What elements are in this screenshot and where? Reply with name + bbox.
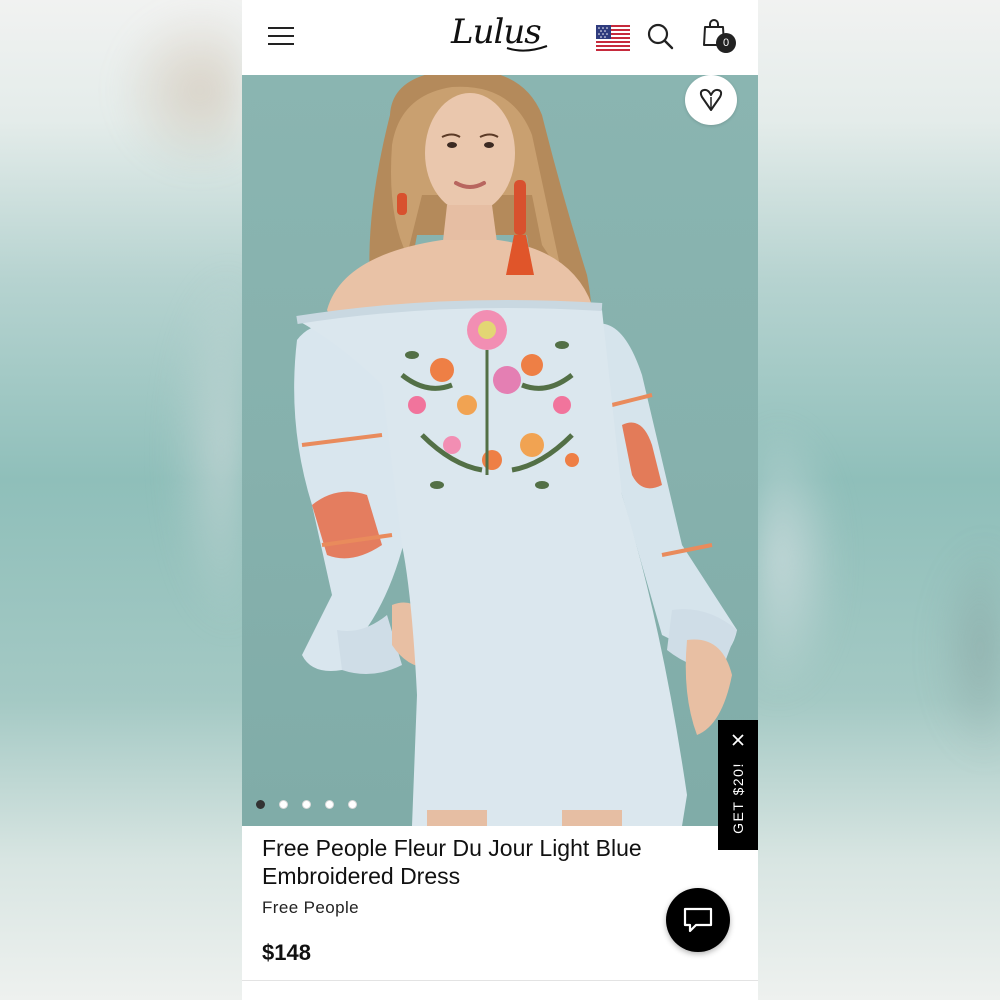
blurred-backdrop-right [758,0,1000,1000]
gallery-dot-3[interactable] [302,800,311,809]
mobile-page: Lulus 0 GET $20! Free People Fleur Du Jo… [242,0,758,1000]
promo-tab[interactable]: GET $20! [718,720,758,850]
product-title: Free People Fleur Du Jour Light Blue Emb… [262,835,642,889]
product-image-gallery[interactable] [242,75,758,826]
promo-label: GET $20! [730,762,746,834]
hamburger-menu-icon[interactable] [268,26,294,46]
product-brand[interactable]: Free People [262,898,359,918]
close-icon[interactable] [730,732,746,748]
screenshot-background: Lulus 0 GET $20! Free People Fleur Du Jo… [0,0,1000,1000]
us-flag-icon[interactable] [596,25,630,51]
gallery-dot-4[interactable] [325,800,334,809]
divider [242,980,758,981]
wishlist-heart-button[interactable] [685,75,737,125]
site-header: Lulus 0 [242,0,758,75]
gallery-dot-5[interactable] [348,800,357,809]
gallery-pagination [256,800,357,812]
chat-button[interactable] [666,888,730,952]
product-price: $148 [262,940,311,965]
chat-bubble-icon [683,907,713,933]
site-logo[interactable]: Lulus [447,10,551,58]
product-info: Free People Fleur Du Jour Light Blue Emb… [242,826,758,1000]
search-icon[interactable] [647,23,675,51]
cart-count-badge: 0 [716,33,736,53]
shopping-bag-button[interactable]: 0 [700,18,740,56]
gallery-dot-2[interactable] [279,800,288,809]
heart-icon [699,88,723,111]
logo-underline [506,45,548,52]
blurred-backdrop-left [0,0,242,1000]
product-photo [294,75,737,826]
gallery-dot-1[interactable] [256,800,265,809]
